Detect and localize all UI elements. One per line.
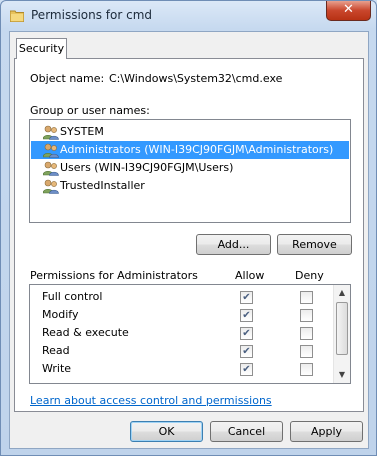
list-item-label: TrustedInstaller (60, 179, 145, 192)
scroll-thumb[interactable] (336, 302, 348, 355)
permission-row: Full control ✔ (30, 288, 332, 306)
deny-checkbox[interactable] (300, 327, 313, 340)
allow-header: Allow (235, 269, 265, 282)
permission-row: Modify ✔ (30, 306, 332, 324)
security-panel: Object name: C:\Windows\System32\cmd.exe… (14, 58, 364, 412)
deny-header: Deny (295, 269, 324, 282)
ok-button[interactable]: OK (130, 421, 203, 442)
deny-checkbox[interactable] (300, 291, 313, 304)
allow-checkbox[interactable]: ✔ (240, 291, 253, 304)
object-name-label: Object name: (30, 72, 105, 85)
permissions-label: Permissions for Administrators (30, 269, 198, 282)
deny-checkbox[interactable] (300, 309, 313, 322)
permission-name: Read & execute (42, 326, 129, 339)
user-group-icon (43, 161, 59, 176)
permissions-list[interactable]: Write ✔ Read ✔ Read & execute ✔ Modify ✔ Full co… (29, 284, 351, 384)
list-item[interactable]: TrustedInstaller (31, 177, 349, 195)
list-item[interactable]: Administrators (WIN-I39CJ90FGJM\Administ… (31, 141, 349, 159)
deny-checkbox[interactable] (300, 345, 313, 358)
window-title: Permissions for cmd (31, 8, 153, 22)
permission-name: Full control (42, 290, 103, 303)
deny-checkbox[interactable] (300, 363, 313, 376)
list-item-label: SYSTEM (60, 125, 104, 138)
permissions-scrollbar[interactable]: ▲ ▼ (333, 285, 350, 383)
user-group-icon (43, 143, 59, 158)
permission-name: Modify (42, 308, 79, 321)
add-button[interactable]: Add... (196, 234, 271, 255)
list-item-label: Administrators (WIN-I39CJ90FGJM\Administ… (60, 143, 334, 156)
list-item[interactable]: Users (WIN-I39CJ90FGJM\Users) (31, 159, 349, 177)
permission-row: Write ✔ (30, 360, 332, 378)
user-group-icon (43, 125, 59, 140)
remove-button[interactable]: Remove (277, 234, 352, 255)
allow-checkbox[interactable]: ✔ (240, 327, 253, 340)
scroll-up-icon[interactable]: ▲ (334, 285, 350, 301)
folder-icon (10, 10, 24, 22)
user-group-icon (43, 179, 59, 194)
object-name-value: C:\Windows\System32\cmd.exe (109, 72, 283, 85)
allow-checkbox[interactable]: ✔ (240, 309, 253, 322)
learn-more-link[interactable]: Learn about access control and permissio… (30, 394, 272, 407)
permission-row: Read & execute ✔ (30, 324, 332, 342)
title-bar[interactable]: Permissions for cmd ✕ (1, 1, 376, 31)
close-button[interactable]: ✕ (326, 1, 371, 21)
permission-name: Write (42, 362, 72, 375)
group-list[interactable]: SYSTEM Administrators (WIN-I39CJ90FGJM\Ad… (29, 119, 351, 223)
list-item-label: Users (WIN-I39CJ90FGJM\Users) (60, 161, 234, 174)
dialog-body: Security Object name: C:\Windows\System3… (9, 31, 369, 449)
allow-checkbox[interactable]: ✔ (240, 363, 253, 376)
group-label: Group or user names: (30, 104, 150, 117)
apply-button[interactable]: Apply (290, 421, 363, 442)
permission-name: Read (42, 344, 70, 357)
permission-row: Read ✔ (30, 342, 332, 360)
allow-checkbox[interactable]: ✔ (240, 345, 253, 358)
tab-security[interactable]: Security (16, 38, 67, 59)
permissions-dialog: Permissions for cmd ✕ Security Object na… (0, 0, 377, 456)
list-item[interactable]: SYSTEM (31, 123, 349, 141)
scroll-down-icon[interactable]: ▼ (334, 367, 350, 383)
cancel-button[interactable]: Cancel (210, 421, 283, 442)
